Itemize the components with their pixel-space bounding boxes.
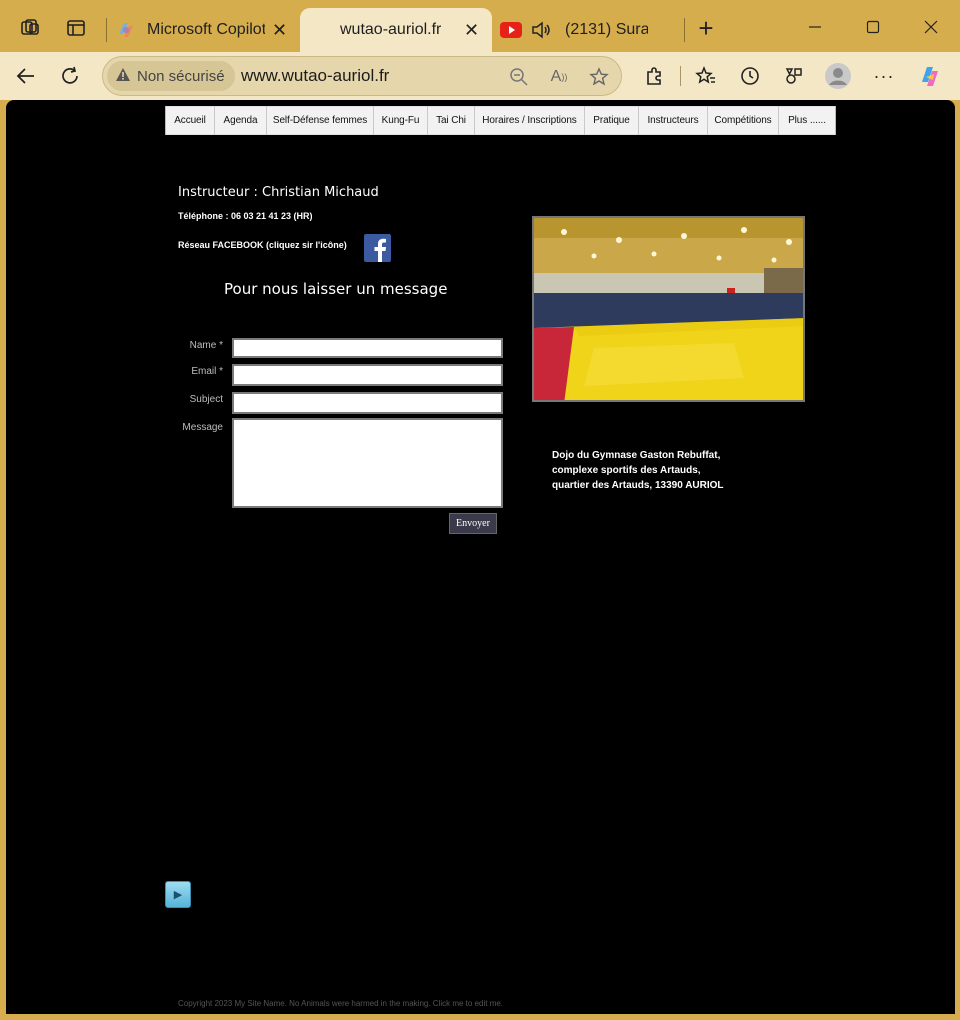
name-label: Name *: [189, 340, 223, 351]
tab-title: Microsoft Copilot: [147, 21, 265, 38]
minimize-icon[interactable]: [800, 12, 830, 42]
browser-essentials-icon[interactable]: [778, 60, 810, 92]
more-options-icon[interactable]: ···: [868, 60, 900, 92]
dojo-address: Dojo du Gymnase Gaston Rebuffat, complex…: [552, 448, 724, 493]
message-label: Message: [182, 422, 223, 433]
refresh-icon[interactable]: [54, 60, 86, 92]
footer-copyright[interactable]: Copyright 2023 My Site Name. No Animals …: [178, 999, 503, 1008]
address-line: Dojo du Gymnase Gaston Rebuffat,: [552, 450, 721, 461]
youtube-favicon-icon: [500, 22, 522, 38]
nav-item-competitions[interactable]: Compétitions: [708, 106, 779, 135]
new-tab-icon[interactable]: +: [692, 13, 720, 43]
toolbar-separator: [680, 66, 681, 86]
tab-strip: Microsoft Copilot ✕ wutao-auriol.fr ✕ (2…: [0, 0, 960, 52]
facebook-word: FACEBOOK: [212, 240, 264, 250]
address-line: quartier des Artauds, 13390 AURIOL: [552, 480, 724, 491]
maximize-icon[interactable]: [858, 12, 888, 42]
nav-item-agenda[interactable]: Agenda: [215, 106, 267, 135]
read-aloud-icon[interactable]: A)): [545, 63, 573, 91]
nav-item-accueil[interactable]: Accueil: [166, 106, 215, 135]
tab-youtube[interactable]: (2131) Surah: [496, 8, 682, 52]
nav-item-tai-chi[interactable]: Tai Chi: [428, 106, 475, 135]
security-label: Non sécurisé: [137, 67, 225, 85]
facebook-prefix: Réseau: [178, 240, 213, 250]
extensions-icon[interactable]: [638, 60, 670, 92]
close-tab-icon[interactable]: ✕: [272, 20, 287, 41]
facebook-caption: Réseau FACEBOOK (cliquez sir l'icône): [178, 240, 347, 250]
address-line: complexe sportifs des Artauds,: [552, 465, 701, 476]
dojo-photo: [532, 216, 805, 402]
send-button[interactable]: Envoyer: [449, 513, 497, 534]
email-label: Email *: [191, 366, 223, 377]
nav-item-plus[interactable]: Plus ......: [779, 106, 835, 135]
close-tab-icon[interactable]: ✕: [464, 20, 479, 41]
facebook-suffix: (cliquez sir l'icône): [263, 240, 347, 250]
favorites-icon[interactable]: [690, 60, 722, 92]
close-window-icon[interactable]: [916, 12, 946, 42]
play-button[interactable]: ▶: [165, 881, 191, 908]
nav-item-kung-fu[interactable]: Kung-Fu: [374, 106, 428, 135]
tab-title: (2131) Surah: [565, 21, 648, 38]
speaker-icon[interactable]: [530, 19, 552, 41]
zoom-out-icon[interactable]: [505, 63, 533, 91]
warning-icon: [115, 67, 131, 86]
subject-input[interactable]: [232, 392, 503, 414]
copilot-icon[interactable]: [914, 60, 946, 92]
back-icon[interactable]: [10, 60, 42, 92]
email-input[interactable]: [232, 364, 503, 386]
history-icon[interactable]: [734, 60, 766, 92]
message-textarea[interactable]: [232, 418, 503, 508]
favorite-star-icon[interactable]: [585, 63, 613, 91]
facebook-icon[interactable]: [364, 234, 391, 262]
tab-actions-icon[interactable]: [62, 14, 90, 42]
instructor-name: Instructeur : Christian Michaud: [178, 185, 379, 200]
tab-wutao[interactable]: wutao-auriol.fr ✕: [300, 8, 492, 52]
subject-label: Subject: [189, 394, 223, 405]
url-text[interactable]: www.wutao-auriol.fr: [241, 66, 389, 86]
nav-item-pratique[interactable]: Pratique: [585, 106, 639, 135]
tab-separator: [106, 18, 107, 42]
profile-avatar-icon[interactable]: [822, 60, 854, 92]
address-bar[interactable]: Non sécurisé www.wutao-auriol.fr A)): [102, 56, 622, 96]
play-icon: ▶: [173, 889, 183, 901]
nav-item-instructeurs[interactable]: Instructeurs: [639, 106, 708, 135]
security-indicator[interactable]: Non sécurisé: [107, 61, 235, 91]
nav-item-horaires[interactable]: Horaires / Inscriptions: [475, 106, 585, 135]
site-nav: Accueil Agenda Self-Défense femmes Kung-…: [165, 106, 836, 135]
tab-copilot[interactable]: Microsoft Copilot ✕: [110, 8, 300, 52]
copilot-favicon-icon: [116, 20, 136, 40]
tab-title: wutao-auriol.fr: [340, 21, 442, 38]
workspaces-icon[interactable]: [16, 14, 44, 42]
page-viewport: Accueil Agenda Self-Défense femmes Kung-…: [6, 100, 955, 1014]
form-title: Pour nous laisser un message: [224, 280, 448, 298]
nav-item-self-defense[interactable]: Self-Défense femmes: [267, 106, 374, 135]
tab-separator: [684, 18, 685, 42]
name-input[interactable]: [232, 338, 503, 358]
phone-number: Téléphone : 06 03 21 41 23 (HR): [178, 211, 313, 221]
